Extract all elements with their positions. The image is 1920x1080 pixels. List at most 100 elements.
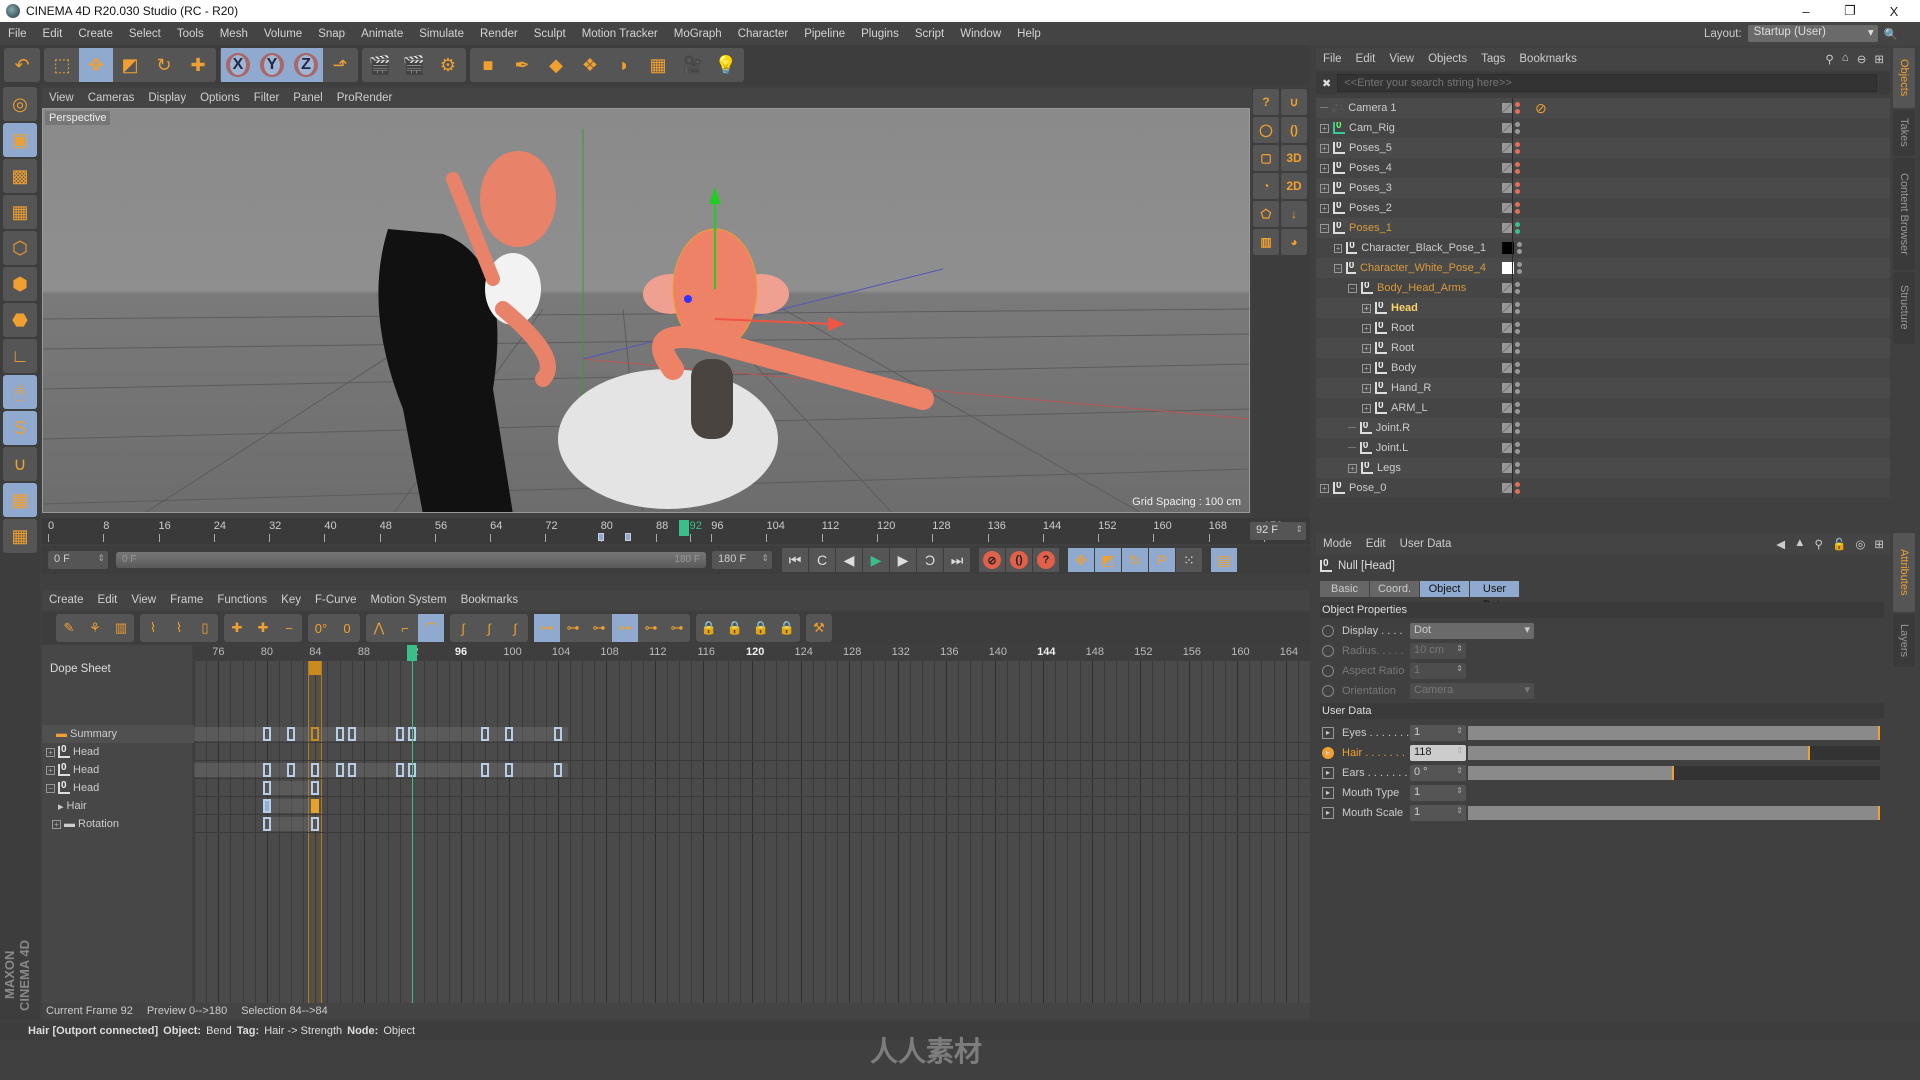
animate-radio-icon[interactable] bbox=[1322, 685, 1334, 697]
user-data-header[interactable]: User Data bbox=[1320, 703, 1884, 719]
minimize-button[interactable]: – bbox=[1784, 0, 1828, 22]
lock-time-button[interactable]: 🔒 bbox=[748, 614, 774, 642]
keyframe-toggle-icon[interactable]: ▸ bbox=[1322, 787, 1334, 799]
up-arrow-icon[interactable]: ▲ bbox=[1794, 537, 1805, 551]
keyframe[interactable] bbox=[505, 763, 514, 777]
dope-sheet-menu-f-curve[interactable]: F-Curve bbox=[308, 594, 364, 606]
dope-sheet-menu-edit[interactable]: Edit bbox=[91, 594, 125, 606]
om-menu-view[interactable]: View bbox=[1382, 53, 1421, 65]
collapse-icon[interactable]: − bbox=[46, 783, 55, 793]
keyframe[interactable] bbox=[262, 727, 271, 741]
collapse-icon[interactable]: − bbox=[1348, 283, 1357, 293]
autokeying-button[interactable]: () bbox=[1006, 548, 1032, 572]
clamp-tangent-button[interactable]: ⊶ bbox=[560, 614, 586, 642]
rotate-button[interactable]: ↻ bbox=[147, 48, 181, 82]
keyframe[interactable] bbox=[311, 817, 320, 831]
current-frame-field[interactable]: 92 F bbox=[1250, 522, 1306, 540]
visibility-dots[interactable] bbox=[1515, 482, 1520, 494]
viewport-menu-view[interactable]: View bbox=[42, 92, 81, 104]
slider-handle[interactable] bbox=[1878, 726, 1880, 740]
om-menu-bookmarks[interactable]: Bookmarks bbox=[1512, 53, 1584, 65]
om-menu-objects[interactable]: Objects bbox=[1421, 53, 1474, 65]
expand-icon[interactable]: + bbox=[1362, 343, 1371, 353]
visibility-dots[interactable] bbox=[1515, 442, 1520, 454]
expand-icon[interactable]: + bbox=[1320, 123, 1329, 133]
visibility-dots[interactable] bbox=[1515, 382, 1520, 394]
dope-sheet-menu-frame[interactable]: Frame bbox=[163, 594, 210, 606]
edges-mode-button[interactable]: ⬢ bbox=[3, 267, 37, 301]
keyframe[interactable] bbox=[311, 781, 320, 795]
viewport-menu-panel[interactable]: Panel bbox=[286, 92, 329, 104]
menu-simulate[interactable]: Simulate bbox=[411, 28, 472, 40]
slider-handle[interactable] bbox=[1878, 806, 1880, 820]
keyframe[interactable] bbox=[553, 763, 562, 777]
motion-mode-button[interactable]: ▥ bbox=[108, 614, 134, 642]
user-data-slider[interactable] bbox=[1468, 746, 1880, 760]
keyframe[interactable] bbox=[481, 763, 490, 777]
new-panel-icon[interactable]: ⊞ bbox=[1874, 537, 1884, 551]
menu-tools[interactable]: Tools bbox=[169, 28, 212, 40]
bend-deformer-button[interactable]: ◗ bbox=[607, 48, 641, 82]
display-tag-icon[interactable] bbox=[1502, 123, 1512, 133]
attr-tab-coord[interactable]: Coord. bbox=[1370, 581, 1420, 597]
keyframe[interactable] bbox=[481, 727, 490, 741]
visibility-dots[interactable] bbox=[1515, 362, 1520, 374]
viewport-menu-prorender[interactable]: ProRender bbox=[330, 92, 400, 104]
user-data-value-field[interactable]: 0 ° bbox=[1410, 765, 1466, 781]
side-tab-objects[interactable]: Objects bbox=[1893, 48, 1915, 108]
visibility-dots[interactable] bbox=[1515, 122, 1520, 134]
weighted-tangent-button[interactable]: ⊶ bbox=[586, 614, 612, 642]
render-picture-viewer-button[interactable]: 🎬 bbox=[397, 48, 431, 82]
display-tag-icon[interactable] bbox=[1502, 303, 1512, 313]
workplane-mode-button[interactable]: ▦ bbox=[3, 195, 37, 229]
next-key-button[interactable]: Ɔ bbox=[917, 548, 943, 572]
object-row[interactable]: +0 Hand_R bbox=[1316, 378, 1890, 398]
record-active-objects-button[interactable]: ⊘ bbox=[979, 548, 1005, 572]
pen-spline-button[interactable]: ✒ bbox=[505, 48, 539, 82]
previous-key-button[interactable]: C bbox=[809, 548, 835, 572]
keyframe[interactable] bbox=[311, 727, 320, 741]
render-settings-button[interactable]: ⚙ bbox=[431, 48, 465, 82]
lock-angle-button[interactable]: 🔒 bbox=[696, 614, 722, 642]
keyframe[interactable] bbox=[505, 727, 514, 741]
viewport-menu-filter[interactable]: Filter bbox=[247, 92, 287, 104]
expand-icon[interactable]: + bbox=[1362, 323, 1371, 333]
snap-2d-button[interactable]: 2D bbox=[1281, 173, 1307, 199]
recent-tools-button[interactable]: ✚ bbox=[181, 48, 215, 82]
object-row[interactable]: −0 Character_White_Pose_4 bbox=[1316, 258, 1890, 278]
slider-handle[interactable] bbox=[1807, 746, 1810, 760]
cube-button[interactable]: ■ bbox=[471, 48, 505, 82]
user-data-value-field[interactable]: 1 bbox=[1410, 785, 1466, 801]
render-view-button[interactable]: 🎬 bbox=[363, 48, 397, 82]
camera-button[interactable]: 🎥 bbox=[675, 48, 709, 82]
timeline-keyframe[interactable] bbox=[625, 533, 632, 541]
snap-3d-button[interactable]: 3D bbox=[1281, 145, 1307, 171]
keyframe[interactable] bbox=[262, 763, 271, 777]
menu-plugins[interactable]: Plugins bbox=[853, 28, 907, 40]
menu-mesh[interactable]: Mesh bbox=[212, 28, 256, 40]
keyframe[interactable] bbox=[287, 727, 296, 741]
display-tag-icon[interactable] bbox=[1502, 143, 1512, 153]
display-tag-icon[interactable] bbox=[1502, 203, 1512, 213]
current-frame-marker[interactable] bbox=[407, 645, 418, 661]
auto-tangent-button[interactable]: ⊶ bbox=[534, 614, 560, 642]
lock-value-button[interactable]: 🔒 bbox=[774, 614, 800, 642]
dope-sheet-menu-bookmarks[interactable]: Bookmarks bbox=[454, 594, 526, 606]
workplane-align-button[interactable]: ▦ bbox=[3, 519, 37, 553]
display-tag-icon[interactable] bbox=[1502, 323, 1512, 333]
visibility-dots[interactable] bbox=[1515, 162, 1520, 174]
display-tag-icon[interactable] bbox=[1502, 423, 1512, 433]
key-mode-button[interactable]: ✎ bbox=[56, 614, 82, 642]
visibility-dots[interactable] bbox=[1515, 182, 1520, 194]
expand-icon[interactable]: + bbox=[1320, 183, 1329, 193]
angle-snap-button[interactable]: ◕ bbox=[1281, 229, 1307, 255]
move-button[interactable]: ✥ bbox=[79, 48, 113, 82]
zero-length-button[interactable]: 0 bbox=[334, 614, 360, 642]
next-frame-button[interactable]: ▶ bbox=[890, 548, 916, 572]
side-tab-structure[interactable]: Structure bbox=[1893, 271, 1915, 344]
viewport-perspective[interactable]: Perspective Grid Spacing : 100 cm bbox=[42, 108, 1250, 513]
frame-selected-button[interactable]: ⌇ bbox=[140, 614, 166, 642]
rectangle-selection-button[interactable]: ▢ bbox=[1253, 145, 1279, 171]
slider-handle[interactable] bbox=[1672, 766, 1674, 780]
search-icon[interactable]: ⚲ bbox=[1815, 537, 1823, 551]
